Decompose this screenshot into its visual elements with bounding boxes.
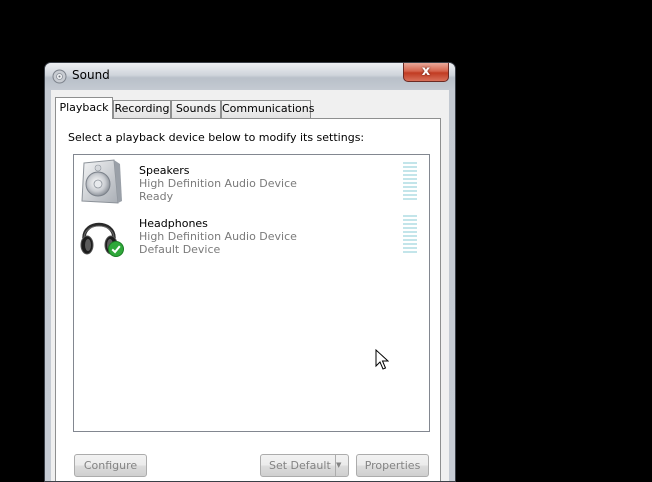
title-bar[interactable]: Sound x: [45, 63, 455, 90]
device-description: High Definition Audio Device: [139, 177, 297, 190]
default-check-icon: [108, 241, 124, 257]
set-default-label: Set Default: [269, 459, 331, 472]
window-title: Sound: [72, 68, 110, 82]
sound-dialog: Sound x Playback Recording Sounds Commun…: [44, 62, 456, 482]
chevron-down-icon[interactable]: ▼: [335, 455, 348, 476]
device-status: Default Device: [139, 243, 221, 256]
properties-label: Properties: [364, 459, 421, 472]
device-speakers[interactable]: Speakers High Definition Audio Device Re…: [74, 156, 429, 208]
playback-device-list[interactable]: Speakers High Definition Audio Device Re…: [73, 154, 430, 432]
device-status: Ready: [139, 190, 174, 203]
device-headphones[interactable]: Headphones High Definition Audio Device …: [74, 209, 429, 261]
playback-instruction: Select a playback device below to modify…: [68, 131, 365, 144]
volume-meter: [403, 162, 417, 202]
sound-app-icon: [52, 69, 67, 84]
close-button[interactable]: x: [403, 63, 449, 82]
close-icon: x: [421, 64, 431, 79]
tab-communications[interactable]: Communications: [221, 100, 314, 118]
configure-label: Configure: [83, 459, 138, 472]
tab-sounds[interactable]: Sounds: [171, 100, 221, 118]
volume-meter: [403, 215, 417, 255]
dialog-client-area: Playback Recording Sounds Communications…: [51, 90, 449, 481]
device-name: Speakers: [139, 164, 190, 177]
properties-button[interactable]: Properties: [356, 454, 429, 477]
configure-button[interactable]: Configure: [74, 454, 147, 477]
device-description: High Definition Audio Device: [139, 230, 297, 243]
set-default-button[interactable]: Set Default ▼: [260, 454, 349, 477]
tab-playback[interactable]: Playback: [55, 97, 113, 119]
device-name: Headphones: [139, 217, 208, 230]
speaker-icon: [81, 159, 122, 204]
mouse-pointer-icon: [375, 349, 389, 370]
tab-recording[interactable]: Recording: [113, 100, 171, 118]
